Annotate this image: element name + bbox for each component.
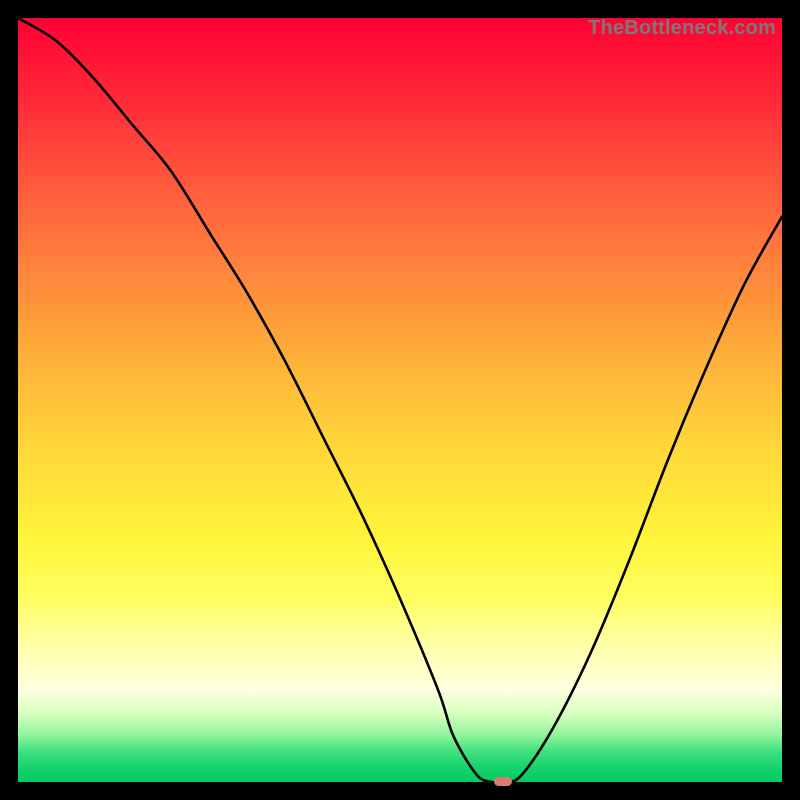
chart-frame: TheBottleneck.com (0, 0, 800, 800)
valley-marker (494, 777, 512, 786)
bottleneck-curve (18, 18, 782, 782)
plot-area: TheBottleneck.com (18, 18, 782, 782)
